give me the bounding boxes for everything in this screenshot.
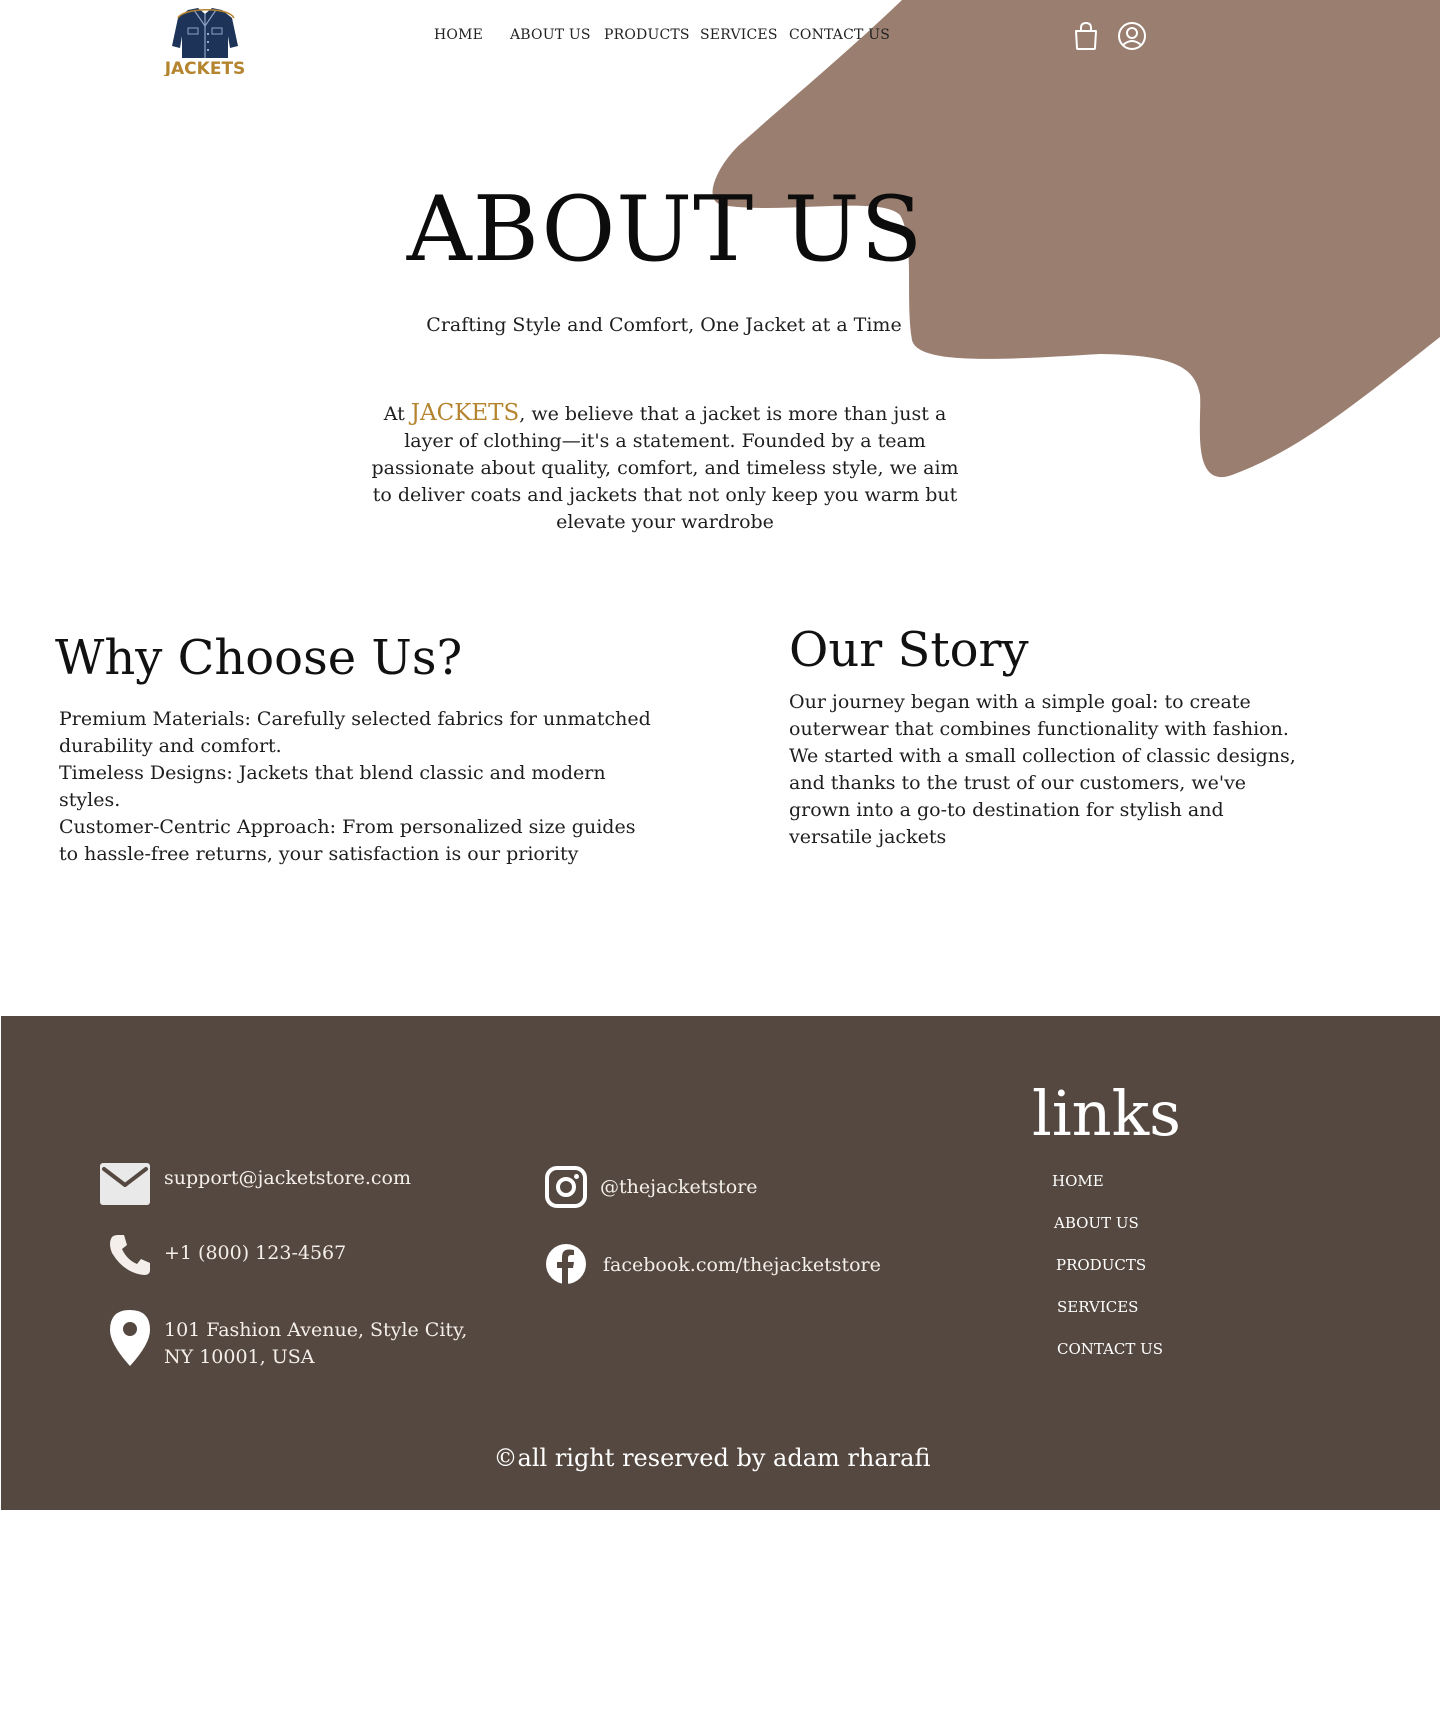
phone-icon <box>108 1233 152 1277</box>
main-nav: HOME ABOUT US PRODUCTS SERVICES CONTACT … <box>0 27 1440 47</box>
why-choose-us-title: Why Choose Us? <box>55 630 463 686</box>
our-story-text: Our journey began with a simple goal: to… <box>789 691 1296 848</box>
shopping-bag-icon[interactable] <box>1071 21 1101 51</box>
footer-link-services[interactable]: SERVICES <box>1057 1298 1138 1316</box>
page-subtitle: Crafting Style and Comfort, One Jacket a… <box>426 314 902 336</box>
intro-prefix: At <box>383 403 411 425</box>
footer-instagram-link[interactable]: @thejacketstore <box>600 1174 758 1201</box>
why-item: Customer-Centric Approach: From personal… <box>59 816 636 865</box>
user-account-icon[interactable] <box>1117 21 1147 51</box>
instagram-icon[interactable] <box>545 1166 587 1208</box>
about-page: JACKETS HOME ABOUT US PRODUCTS SERVICES … <box>0 0 1440 1710</box>
footer-links-title: links <box>1032 1077 1181 1150</box>
nav-home[interactable]: HOME <box>434 27 483 43</box>
footer-facebook-link[interactable]: facebook.com/thejacketstore <box>603 1252 881 1279</box>
nav-services[interactable]: SERVICES <box>700 27 778 43</box>
nav-about-us[interactable]: ABOUT US <box>510 27 591 43</box>
location-pin-icon <box>110 1310 150 1366</box>
why-item: Timeless Designs: Jackets that blend cla… <box>59 762 606 811</box>
footer-phone-link[interactable]: +1 (800) 123-4567 <box>164 1240 346 1267</box>
facebook-icon[interactable] <box>545 1243 587 1285</box>
page-title: ABOUT US <box>406 177 924 282</box>
footer-link-contact-us[interactable]: CONTACT US <box>1057 1340 1163 1358</box>
footer-link-products[interactable]: PRODUCTS <box>1056 1256 1146 1274</box>
our-story-title: Our Story <box>789 622 1029 678</box>
why-choose-us-list: Premium Materials: Carefully selected fa… <box>59 706 659 868</box>
why-item: Premium Materials: Carefully selected fa… <box>59 708 651 757</box>
intro-paragraph: At JACKETS, we believe that a jacket is … <box>362 400 968 536</box>
footer-address: 101 Fashion Avenue, Style City, NY 10001… <box>164 1319 468 1368</box>
footer-link-home[interactable]: HOME <box>1052 1172 1104 1190</box>
intro-brand-name: JACKETS <box>410 400 520 426</box>
svg-text:JACKETS: JACKETS <box>164 59 246 76</box>
footer-link-about-us[interactable]: ABOUT US <box>1054 1214 1139 1232</box>
nav-contact-us[interactable]: CONTACT US <box>789 27 890 43</box>
mail-icon <box>100 1163 150 1205</box>
nav-products[interactable]: PRODUCTS <box>604 27 690 43</box>
copyright-text: ©all right reserved by adam rharafi <box>493 1444 931 1472</box>
footer-email-link[interactable]: support@jacketstore.com <box>164 1165 411 1192</box>
